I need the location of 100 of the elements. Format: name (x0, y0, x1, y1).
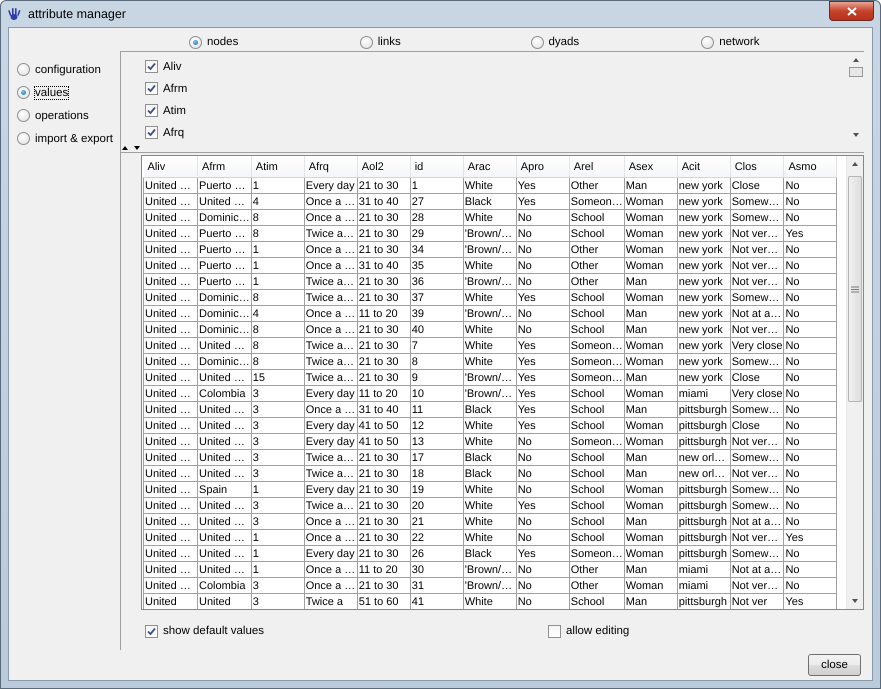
table-cell: pittsburgh (677, 482, 730, 498)
table-cell: 'Brown/… (463, 578, 516, 594)
table-cell: 3 (251, 466, 304, 482)
table-cell: Not ver… (730, 242, 784, 258)
table-cell: United … (144, 578, 198, 594)
table-cell: No (516, 434, 570, 450)
scrollbar[interactable] (846, 156, 863, 609)
table-cell: No (784, 306, 837, 322)
table-cell: Colombia (198, 578, 252, 594)
table-cell: Once a … (304, 210, 358, 226)
table-cell: 21 to 30 (357, 178, 410, 194)
table-cell: 3 (251, 402, 304, 418)
table-cell: Somew… (730, 290, 784, 306)
table-cell: Man (624, 402, 678, 418)
radio-icon[interactable] (17, 109, 30, 122)
table-cell: Somew… (730, 498, 784, 514)
table-cell: No (516, 450, 570, 466)
table-cell: 8 (251, 322, 304, 338)
column-header[interactable]: Asex (624, 156, 678, 178)
table-cell: United … (144, 194, 198, 210)
attribute-checkbox[interactable]: Afrm (145, 82, 848, 95)
table-cell: Once a … (304, 578, 358, 594)
scrollbar-thumb[interactable] (849, 67, 863, 77)
attribute-checkbox[interactable]: Aliv (145, 60, 848, 73)
table-cell: Someon… (569, 434, 624, 450)
table-cell: No (516, 562, 570, 578)
table-cell: 3 (251, 578, 304, 594)
radio-icon[interactable] (530, 36, 544, 48)
option-checkbox[interactable]: show default values (145, 620, 264, 642)
close-window-button[interactable] (829, 1, 874, 21)
attribute-checkbox[interactable]: Atim (145, 104, 848, 117)
table-cell: 9 (410, 370, 464, 386)
table-cell: Close (730, 370, 784, 386)
table-cell: Yes (516, 194, 570, 210)
checkbox-icon[interactable] (145, 60, 158, 73)
table-cell: 41 to 50 (357, 418, 410, 434)
radio-icon[interactable] (189, 36, 202, 48)
column-header[interactable]: Aliv (144, 156, 198, 178)
table-cell: 21 to 30 (357, 514, 410, 530)
splitter-handle-icon[interactable] (121, 145, 141, 151)
table-cell: Woman (624, 258, 678, 274)
column-header[interactable]: Apro (516, 156, 570, 178)
table-cell: Somew… (730, 482, 784, 498)
table-cell: United … (198, 498, 252, 514)
table-cell: White (463, 338, 516, 354)
column-header[interactable]: id (410, 156, 464, 178)
table-cell: Puerto … (198, 274, 252, 290)
radio-icon[interactable] (17, 132, 30, 145)
table-cell: Woman (624, 418, 678, 434)
radio-option[interactable]: network (701, 33, 760, 51)
radio-option[interactable]: dyads (530, 33, 580, 51)
table-cell: 37 (410, 290, 464, 306)
column-header[interactable]: Arac (463, 156, 516, 178)
table-cell: 29 (410, 226, 464, 242)
column-header[interactable]: Afrq (304, 156, 358, 178)
checkbox-icon[interactable] (548, 624, 562, 638)
sidebar-item[interactable]: values (17, 86, 120, 99)
column-header[interactable]: Arel (569, 156, 624, 178)
checkbox-icon[interactable] (145, 126, 158, 139)
checkbox-icon[interactable] (145, 624, 158, 638)
radio-icon[interactable] (360, 36, 373, 48)
table-cell: United … (144, 370, 198, 386)
column-header[interactable]: Atim (251, 156, 304, 178)
table-cell: United … (198, 546, 252, 562)
column-header[interactable]: Acit (677, 156, 730, 178)
table-cell: United … (198, 402, 252, 418)
table-cell: 1 (251, 242, 304, 258)
checkbox-icon[interactable] (145, 104, 158, 117)
checkbox-icon[interactable] (145, 82, 158, 95)
table-cell: Not ver… (730, 466, 784, 482)
table-cell: Not ver… (730, 258, 784, 274)
close-button[interactable]: close (808, 654, 861, 676)
radio-icon[interactable] (701, 36, 714, 48)
sidebar-item[interactable]: operations (17, 109, 120, 122)
radio-icon[interactable] (17, 63, 30, 76)
table-cell: 1 (251, 482, 304, 498)
column-header[interactable]: Aol2 (357, 156, 410, 178)
column-header[interactable]: Clos (730, 156, 784, 178)
sidebar-item[interactable]: import & export (17, 132, 120, 145)
attribute-checkbox[interactable]: Afrq (145, 126, 848, 139)
sidebar-item[interactable]: configuration (17, 63, 120, 76)
table-cell: Every day (304, 178, 358, 194)
scrollbar-thumb[interactable] (848, 176, 862, 402)
table-cell: 11 (410, 402, 464, 418)
radio-icon[interactable] (17, 86, 30, 99)
table-cell: 3 (251, 514, 304, 530)
table-cell: Twice a… (304, 226, 358, 242)
table-cell: School (569, 226, 624, 242)
table-cell: 21 (410, 514, 464, 530)
table-cell: United … (144, 498, 198, 514)
column-header[interactable]: Asmo (784, 156, 837, 178)
option-checkbox[interactable]: allow editing (548, 620, 630, 642)
column-header[interactable]: Afrm (198, 156, 252, 178)
table-cell: Twice a… (304, 450, 358, 466)
table-cell: United … (198, 514, 252, 530)
radio-option[interactable]: nodes (189, 33, 238, 51)
table-cell: 'Brown/… (463, 562, 516, 578)
table-cell: Yes (516, 386, 570, 402)
radio-option[interactable]: links (360, 33, 401, 51)
table-cell: White (463, 210, 516, 226)
